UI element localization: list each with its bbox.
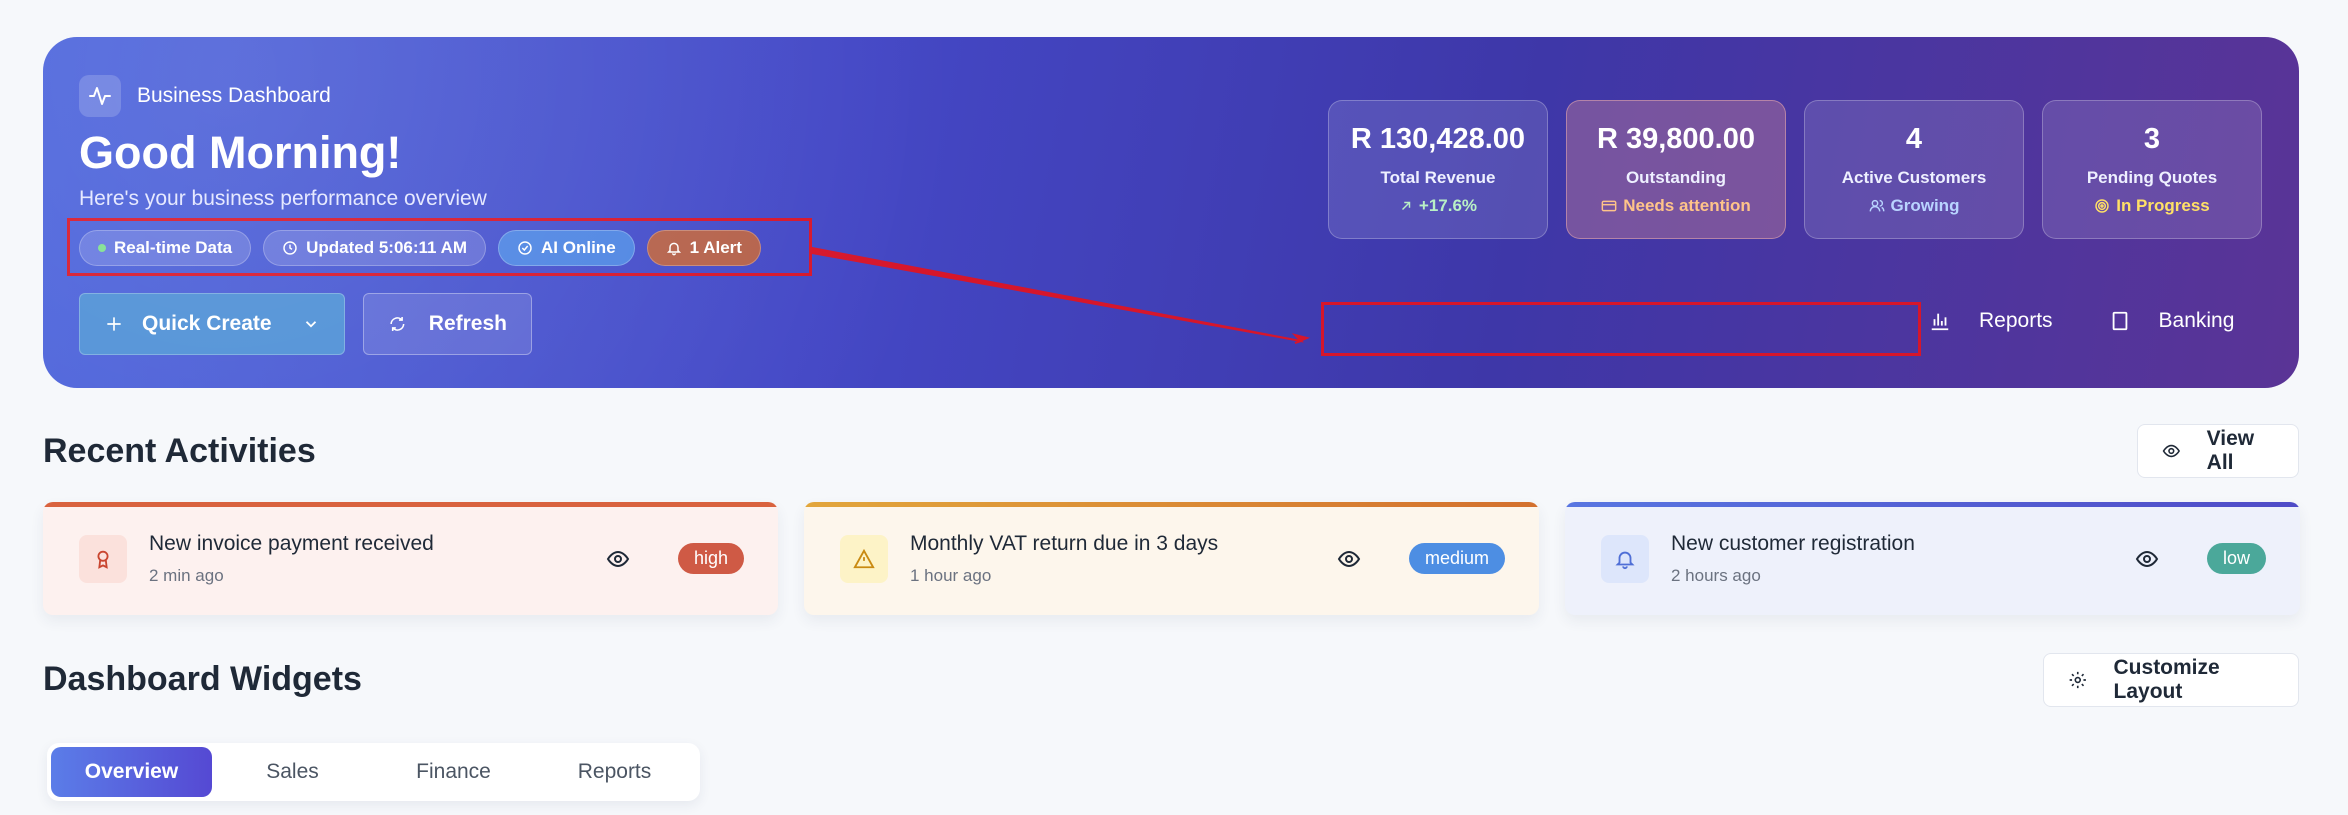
tab-finance[interactable]: Finance: [373, 747, 534, 797]
view-all-label: View All: [2206, 427, 2255, 474]
activity-time: 2 min ago: [149, 565, 224, 585]
quick-links: Reports Banking: [1929, 309, 2234, 333]
annotation-arrow: [811, 246, 1311, 344]
view-activity-icon[interactable]: [2135, 547, 2159, 571]
activity-time: 2 hours ago: [1671, 565, 1761, 585]
activity-title: New customer registration: [1671, 531, 1915, 555]
bar-chart-icon: [1931, 313, 1949, 331]
activity-text: New invoice payment received 2 min ago: [149, 532, 584, 586]
activity-title: New invoice payment received: [149, 531, 434, 555]
award-icon: [79, 534, 127, 583]
view-activity-icon[interactable]: [1337, 547, 1361, 571]
dashboard-hero: Business Dashboard Good Morning! Here's …: [43, 37, 2299, 388]
priority-badge: low: [2206, 543, 2266, 574]
activity-card[interactable]: New customer registration 2 hours ago lo…: [1565, 502, 2300, 615]
dashboard-widgets-title: Dashboard Widgets: [43, 660, 362, 698]
activity-card[interactable]: Monthly VAT return due in 3 days 1 hour …: [804, 502, 1539, 615]
view-activity-icon[interactable]: [606, 547, 630, 571]
tab-reports[interactable]: Reports: [534, 747, 695, 797]
recent-activities-title: Recent Activities: [43, 432, 316, 470]
activity-card[interactable]: New invoice payment received 2 min ago h…: [43, 502, 778, 615]
warning-icon: [840, 534, 888, 583]
activity-time: 1 hour ago: [910, 565, 992, 585]
reports-link[interactable]: Reports: [1929, 309, 2053, 333]
customize-layout-button[interactable]: Customize Layout: [2043, 653, 2299, 707]
view-all-button[interactable]: View All: [2137, 424, 2299, 478]
eye-icon: [2162, 444, 2180, 458]
gear-icon: [2069, 671, 2086, 689]
bell-icon: [1601, 534, 1649, 583]
priority-badge: medium: [1408, 543, 1505, 574]
customize-layout-label: Customize Layout: [2113, 656, 2220, 703]
banking-link-label: Banking: [2158, 309, 2235, 332]
activity-list: New invoice payment received 2 min ago h…: [43, 502, 2300, 615]
reports-link-label: Reports: [1979, 309, 2053, 332]
banking-link[interactable]: Banking: [2109, 309, 2235, 333]
building-icon: [2112, 311, 2127, 331]
tab-overview[interactable]: Overview: [51, 747, 212, 797]
activity-text: New customer registration 2 hours ago: [1671, 532, 2113, 586]
widget-tabs: Overview Sales Finance Reports: [47, 743, 700, 801]
priority-badge: high: [677, 543, 744, 574]
activity-title: Monthly VAT return due in 3 days: [910, 531, 1219, 555]
tab-sales[interactable]: Sales: [212, 747, 373, 797]
activity-text: Monthly VAT return due in 3 days 1 hour …: [910, 532, 1315, 586]
